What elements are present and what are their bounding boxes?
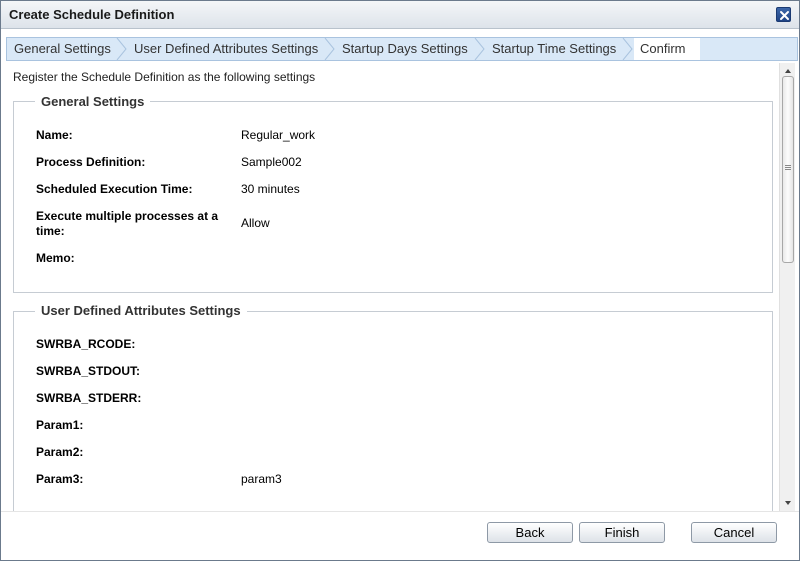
tab-startup-days[interactable]: Startup Days Settings (342, 38, 468, 60)
chevron-right-icon (474, 38, 485, 60)
tab-user-defined-attributes[interactable]: User Defined Attributes Settings (134, 38, 318, 60)
chevron-right-icon (116, 38, 127, 60)
confirm-content: Register the Schedule Definition as the … (5, 63, 778, 511)
tab-label: Confirm (640, 41, 686, 56)
scroll-down-button[interactable] (780, 495, 796, 511)
chevron-right-icon (324, 38, 335, 60)
intro-text: Register the Schedule Definition as the … (13, 70, 316, 84)
field-value: Regular_work (241, 128, 316, 142)
cancel-button[interactable]: Cancel (691, 522, 777, 543)
field-label: SWRBA_RCODE: (36, 337, 136, 351)
user-defined-attributes-legend: User Defined Attributes Settings (35, 303, 247, 318)
scroll-thumb[interactable] (782, 76, 794, 263)
grip-line (785, 169, 791, 170)
field-label: Scheduled Execution Time: (36, 182, 193, 196)
field-label: SWRBA_STDOUT: (36, 364, 140, 378)
field-value: 30 minutes (241, 182, 300, 196)
grip-line (785, 167, 791, 168)
field-label: Process Definition: (36, 155, 146, 169)
general-settings-legend: General Settings (35, 94, 151, 109)
grip-line (785, 165, 791, 166)
finish-button[interactable]: Finish (579, 522, 665, 543)
field-label: Param1: (36, 418, 84, 432)
chevron-right-icon (622, 38, 633, 60)
vertical-scrollbar[interactable] (779, 63, 795, 511)
title-bar[interactable]: Create Schedule Definition (1, 1, 799, 29)
footer-divider (1, 511, 799, 512)
close-button[interactable] (776, 7, 791, 22)
field-label: Param2: (36, 445, 84, 459)
tab-confirm[interactable]: Confirm (634, 38, 700, 60)
back-button[interactable]: Back (487, 522, 573, 543)
field-label: Memo: (36, 251, 75, 265)
tab-general-settings[interactable]: General Settings (14, 38, 111, 60)
tab-label: General Settings (14, 41, 111, 56)
field-label: Param3: (36, 472, 84, 486)
arrow-down-icon (785, 501, 791, 505)
tab-label: Startup Time Settings (492, 41, 617, 56)
field-label: SWRBA_STDERR: (36, 391, 142, 405)
tab-label: User Defined Attributes Settings (134, 41, 319, 56)
dialog-title: Create Schedule Definition (9, 7, 175, 22)
field-value: Allow (241, 216, 270, 230)
wizard-steps: General Settings User Defined Attributes… (6, 37, 798, 61)
tab-label: Startup Days Settings (342, 41, 468, 56)
field-label: Execute multiple processes at a time: (36, 209, 219, 238)
create-schedule-dialog: Create Schedule Definition General Setti… (0, 0, 800, 561)
field-label: Name: (36, 128, 73, 142)
field-value: param3 (241, 472, 282, 486)
field-value: Sample002 (241, 155, 302, 169)
close-icon (780, 11, 789, 20)
tab-startup-time[interactable]: Startup Time Settings (492, 38, 616, 60)
